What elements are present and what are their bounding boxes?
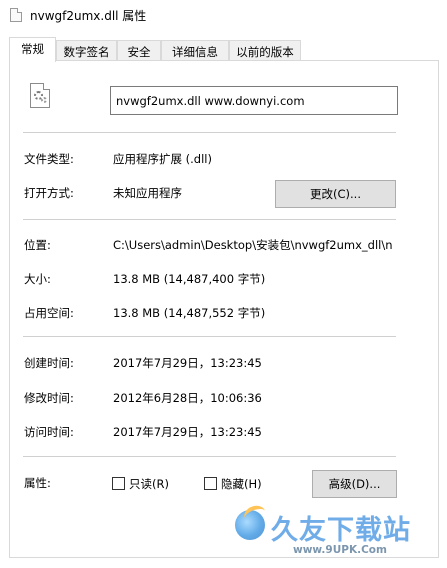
small-gear-icon (41, 97, 47, 103)
window-title: nvwgf2umx.dll 属性 (30, 9, 147, 23)
tab-details[interactable]: 详细信息 (161, 40, 229, 61)
tab-general[interactable]: 常规 (9, 37, 56, 62)
accessed-value: 2017年7月29日，13:23:45 (113, 425, 262, 439)
divider (23, 132, 396, 133)
modified-value: 2012年6月28日，10:06:36 (113, 391, 262, 405)
watermark-brand: 久友下载站 (271, 515, 411, 546)
filename-input[interactable] (110, 86, 398, 115)
opens-with-label: 打开方式: (24, 186, 74, 200)
dll-file-icon (10, 8, 22, 22)
readonly-checkbox[interactable]: 只读(R) (112, 476, 169, 492)
dll-gear-file-icon (30, 83, 50, 108)
change-button[interactable]: 更改(C)... (275, 180, 396, 208)
watermark-url: www.9UPK.Com (293, 544, 387, 556)
size-value: 13.8 MB (14,487,400 字节) (113, 272, 266, 286)
hidden-checkbox[interactable]: 隐藏(H) (204, 476, 262, 492)
divider (23, 336, 396, 337)
title-bar: nvwgf2umx.dll 属性 (0, 0, 447, 31)
file-type-value: 应用程序扩展 (.dll) (113, 152, 212, 166)
watermark: 久友下载站 www.9UPK.Com (231, 508, 445, 564)
divider (23, 219, 396, 220)
readonly-label: 只读(R) (129, 477, 169, 491)
created-value: 2017年7月29日，13:23:45 (113, 356, 262, 370)
size-on-disk-label: 占用空间: (24, 306, 74, 320)
tab-security[interactable]: 安全 (117, 40, 161, 61)
file-type-label: 文件类型: (24, 152, 74, 166)
modified-label: 修改时间: (24, 391, 74, 405)
tab-digital-signatures[interactable]: 数字签名 (56, 40, 117, 61)
watermark-logo-icon (235, 510, 265, 540)
tab-previous-versions[interactable]: 以前的版本 (229, 40, 301, 61)
hidden-label: 隐藏(H) (221, 477, 262, 491)
location-label: 位置: (24, 238, 51, 252)
size-on-disk-value: 13.8 MB (14,487,552 字节) (113, 306, 266, 320)
attributes-label: 属性: (24, 476, 51, 490)
accessed-label: 访问时间: (24, 425, 74, 439)
opens-with-value: 未知应用程序 (113, 186, 182, 200)
tab-strip: 常规 数字签名 安全 详细信息 以前的版本 (0, 37, 447, 62)
checkbox-box[interactable] (112, 477, 125, 490)
advanced-button[interactable]: 高级(D)... (312, 470, 397, 498)
location-value: C:\Users\admin\Desktop\安装包\nvwgf2umx_dll… (113, 238, 393, 252)
created-label: 创建时间: (24, 356, 74, 370)
divider (23, 456, 396, 457)
size-label: 大小: (24, 272, 51, 286)
checkbox-box[interactable] (204, 477, 217, 490)
